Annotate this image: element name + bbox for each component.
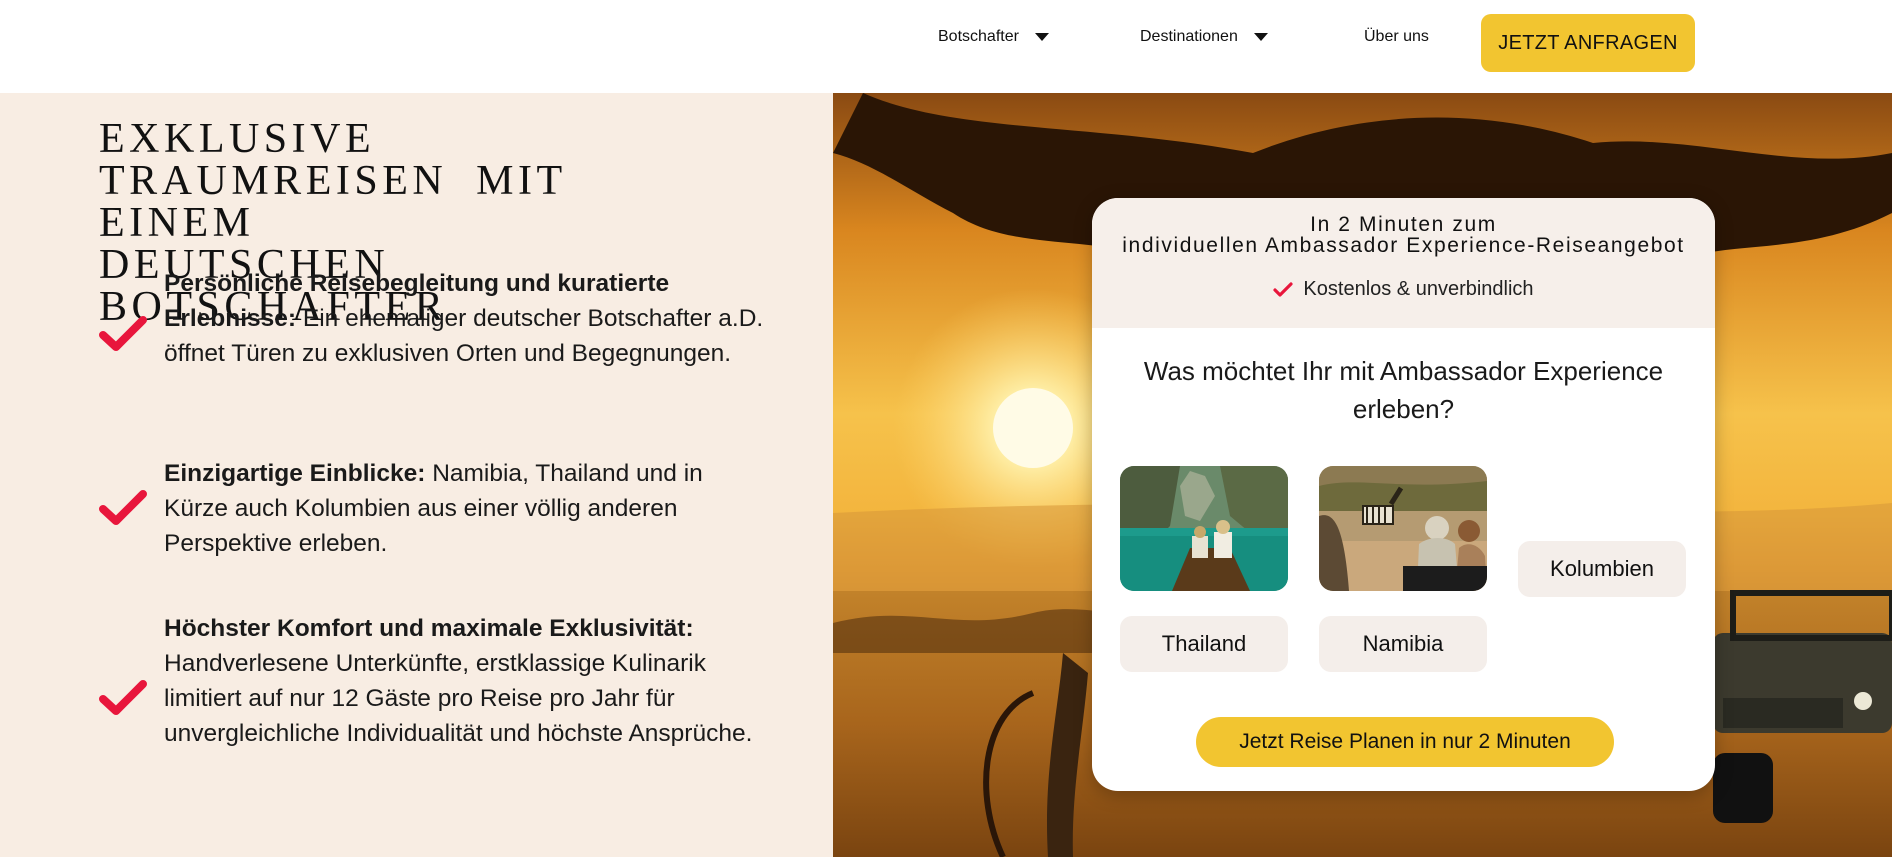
feature-3-title: Höchster Komfort und maximale Exklusivit…	[164, 615, 694, 642]
feature-2-title: Einzigartige Einblicke:	[164, 460, 426, 487]
thailand-option-button[interactable]: Thailand	[1120, 616, 1288, 672]
namibia-option-button[interactable]: Namibia	[1319, 616, 1487, 672]
hero-heading-line-2: TRAUMREISEN MIT EINEM	[99, 158, 566, 246]
checkmark-icon	[1273, 281, 1294, 297]
hero-heading-line-1: EXKLUSIVE	[99, 116, 376, 162]
nav-botschafter-dropdown[interactable]: Botschafter	[938, 28, 1049, 46]
top-navigation: Botschafter Destinationen Über uns JETZT…	[0, 0, 1892, 93]
quiz-title-line-2: individuellen Ambassador Experience-Reis…	[1122, 234, 1685, 257]
checkmark-icon	[99, 490, 147, 525]
chevron-down-icon	[1034, 33, 1049, 41]
quiz-question: Was möchtet Ihr mit Ambassador Experienc…	[1143, 356, 1664, 424]
plan-trip-button[interactable]: Jetzt Reise Planen in nur 2 Minuten	[1196, 717, 1614, 767]
nav-destinationen-label: Destinationen	[1140, 28, 1238, 45]
nav-destinationen-dropdown[interactable]: Destinationen	[1140, 28, 1268, 46]
nav-ueber-uns-label: Über uns	[1364, 28, 1429, 45]
feature-3-text: Handverlesene Unterkünfte, erstklassige …	[164, 650, 753, 747]
namibia-safari-photo	[1319, 466, 1487, 591]
jetzt-anfragen-button[interactable]: JETZT ANFRAGEN	[1481, 14, 1695, 72]
checkmark-icon	[99, 680, 147, 715]
thailand-boat-photo	[1120, 466, 1288, 591]
checkmark-icon	[99, 316, 147, 351]
quiz-subtitle: Kostenlos & unverbindlich	[1092, 278, 1715, 301]
quiz-subtitle-label: Kostenlos & unverbindlich	[1303, 278, 1534, 300]
feature-item-3: Höchster Komfort und maximale Exklusivit…	[164, 611, 764, 751]
thailand-option-image[interactable]	[1120, 466, 1288, 591]
quiz-card-header: In 2 Minuten zum individuellen Ambassado…	[1092, 198, 1715, 328]
namibia-option-image[interactable]	[1319, 466, 1487, 591]
trip-request-quiz-card: In 2 Minuten zum individuellen Ambassado…	[1092, 198, 1715, 791]
kolumbien-option-button[interactable]: Kolumbien	[1518, 541, 1686, 597]
nav-botschafter-label: Botschafter	[938, 28, 1019, 45]
feature-item-1: Persönliche Reisebegleitung und kuratier…	[164, 266, 764, 371]
feature-item-2: Einzigartige Einblicke: Namibia, Thailan…	[164, 456, 764, 561]
chevron-down-icon	[1253, 33, 1268, 41]
quiz-title-line-1: In 2 Minuten zum	[1310, 213, 1497, 236]
nav-ueber-uns-link[interactable]: Über uns	[1364, 28, 1429, 46]
